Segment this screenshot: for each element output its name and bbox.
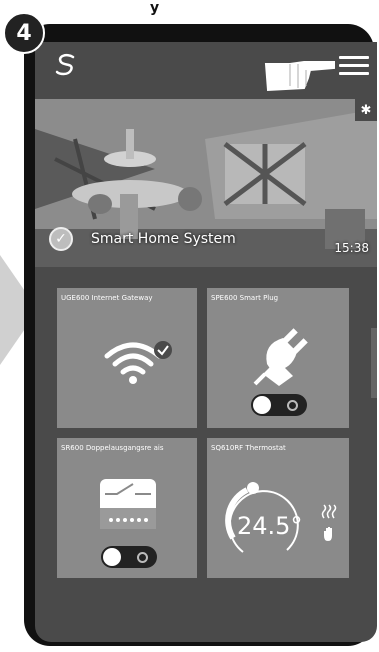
- tutorial-stage: y 4 ✱ ✓ Smart Home System 15:38 UGE600 I…: [0, 0, 379, 652]
- tile-label: SPE600 Smart Plug: [211, 294, 279, 302]
- tile-thermostat[interactable]: SQ610RF Thermostat 24.5°: [207, 438, 349, 578]
- tile-label: SR600 Doppelausgangsre ais: [61, 444, 164, 452]
- tile-relay[interactable]: SR600 Doppelausgangsre ais: [57, 438, 197, 578]
- temperature-readout: 24.5°: [237, 512, 303, 540]
- s-logo-icon[interactable]: [51, 50, 81, 80]
- relay-toggle[interactable]: [101, 546, 157, 568]
- tile-label: SQ610RF Thermostat: [211, 444, 286, 452]
- top-partial-text: y: [150, 0, 160, 16]
- hand-icon: [324, 527, 332, 541]
- hero-banner[interactable]: ✱ ✓ Smart Home System 15:38: [35, 99, 377, 267]
- scrollbar[interactable]: [371, 328, 377, 398]
- plug-toggle[interactable]: [251, 394, 307, 416]
- hero-time: 15:38: [334, 241, 369, 255]
- tile-gateway[interactable]: UGE600 Internet Gateway: [57, 288, 197, 428]
- gear-icon[interactable]: ✱: [355, 99, 377, 121]
- heating-icon: [321, 504, 337, 519]
- check-icon[interactable]: ✓: [49, 227, 73, 251]
- app-header: [35, 42, 377, 98]
- pointing-hand-icon: [264, 61, 335, 92]
- hero-title: Smart Home System: [91, 231, 236, 247]
- plug-icon: [253, 328, 308, 386]
- app-screen: ✱ ✓ Smart Home System 15:38 UGE600 Inter…: [35, 42, 377, 642]
- hamburger-menu-icon[interactable]: [339, 56, 369, 78]
- step-badge: 4: [3, 12, 45, 54]
- tile-smart-plug[interactable]: SPE600 Smart Plug: [207, 288, 349, 428]
- wifi-icon: [104, 341, 172, 384]
- relay-icon: [100, 479, 156, 529]
- tile-label: UGE600 Internet Gateway: [61, 294, 153, 302]
